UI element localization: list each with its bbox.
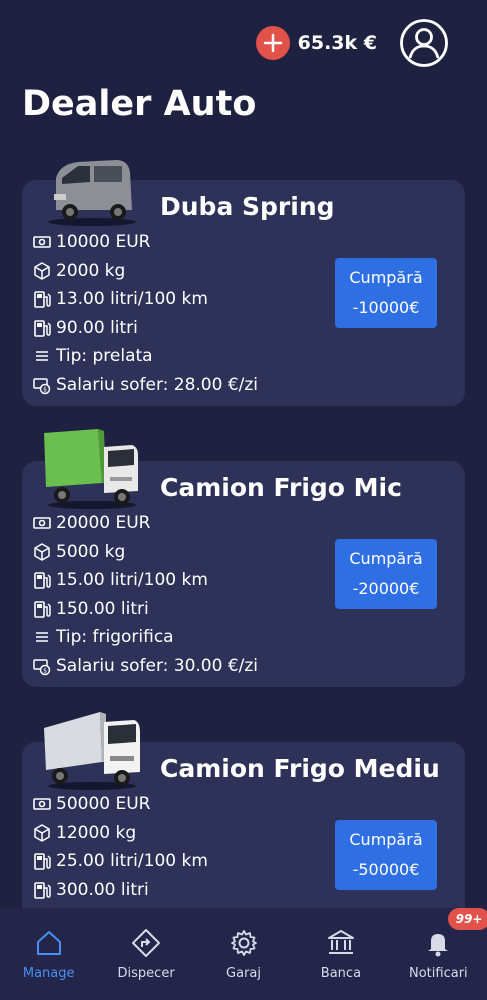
consumption-value: 15.00 litri/100 km [56, 570, 208, 591]
buy-label: Cumpără [349, 549, 423, 568]
vehicle-name: Camion Frigo Mediu [160, 754, 440, 783]
nav-label: Notificari [409, 966, 468, 981]
buy-button[interactable]: Cumpără -20000€ [335, 539, 437, 609]
home-icon [36, 931, 61, 955]
cash-icon [33, 236, 51, 249]
capacity-row: 12000 kg [32, 819, 208, 848]
price-value: 20000 EUR [56, 513, 151, 534]
small-truck-image [44, 429, 138, 509]
nav-label: Dispecer [117, 966, 175, 981]
salary-value: Salariu sofer: 28.00 €/zi [56, 374, 259, 395]
notification-badge: 99+ [447, 908, 487, 930]
tank-value: 300.00 litri [56, 879, 149, 900]
type-row: Tip: frigorifica [32, 623, 258, 652]
bell-icon [428, 934, 449, 957]
buy-amount: -20000€ [352, 579, 420, 598]
profile-avatar-icon[interactable] [399, 18, 449, 68]
capacity-value: 5000 kg [56, 541, 126, 562]
nav-label: Manage [22, 966, 75, 981]
fuel-icon [34, 853, 51, 871]
page-title: Dealer Auto [22, 84, 257, 124]
tank-row: 150.00 litri [32, 595, 258, 624]
box-icon [34, 823, 50, 842]
nav-item-manage[interactable]: Manage [0, 908, 97, 1000]
vehicle-name: Camion Frigo Mic [160, 473, 402, 502]
fuel-icon [34, 291, 51, 309]
list-icon [36, 632, 48, 643]
vehicle-name: Duba Spring [160, 192, 335, 221]
consumption-value: 25.00 litri/100 km [56, 851, 208, 872]
salary-icon: $ [33, 378, 51, 394]
fuel-icon [34, 881, 51, 899]
salary-value: Salariu sofer: 30.00 €/zi [56, 655, 259, 676]
list-icon [36, 351, 48, 362]
tank-value: 90.00 litri [56, 317, 138, 338]
plus-icon [263, 33, 282, 53]
capacity-value: 12000 kg [56, 822, 137, 843]
cash-icon [33, 517, 51, 530]
directions-icon [132, 929, 161, 957]
nav-item-notificari[interactable]: Notificari 99+ [390, 908, 487, 1000]
nav-item-garaj[interactable]: Garaj [195, 908, 292, 1000]
bank-icon [327, 930, 354, 954]
top-bar: 65.3k € [255, 18, 449, 68]
price-row: 20000 EUR [32, 509, 258, 538]
spec-list: 50000 EUR 12000 kg 25.00 litri/100 km 30… [32, 790, 208, 908]
medium-truck-image [44, 712, 140, 790]
price-row: 50000 EUR [32, 790, 208, 819]
type-row: Tip: prelata [32, 342, 258, 371]
add-funds-button[interactable] [255, 26, 290, 60]
buy-label: Cumpără [349, 268, 423, 287]
van-image [48, 160, 136, 226]
tank-row: 300.00 litri [32, 876, 208, 905]
spec-list: 10000 EUR 2000 kg 13.00 litri/100 km 90.… [32, 228, 258, 399]
capacity-row: 5000 kg [32, 538, 258, 567]
capacity-row: 2000 kg [32, 257, 258, 286]
svg-text:$: $ [43, 667, 47, 674]
box-icon [34, 542, 50, 561]
cash-icon [33, 798, 51, 811]
salary-row: $ Salariu sofer: 28.00 €/zi [32, 371, 258, 400]
fuel-icon [34, 600, 51, 618]
tank-value: 150.00 litri [56, 598, 149, 619]
bottom-nav: Manage Dispecer Garaj Banca Notificari 9… [0, 908, 487, 1000]
fuel-icon [34, 572, 51, 590]
vehicle-card: Camion Frigo Mic 20000 EUR 5000 kg 15.00… [22, 429, 465, 687]
consumption-row: 13.00 litri/100 km [32, 285, 258, 314]
nav-item-banca[interactable]: Banca [292, 908, 389, 1000]
tank-row: 90.00 litri [32, 314, 258, 343]
type-value: Tip: prelata [56, 346, 153, 367]
capacity-value: 2000 kg [56, 260, 126, 281]
buy-button[interactable]: Cumpără -10000€ [335, 258, 437, 328]
consumption-row: 25.00 litri/100 km [32, 847, 208, 876]
balance-amount: 65.3k € [297, 32, 377, 54]
price-value: 50000 EUR [56, 794, 151, 815]
gear-icon [230, 930, 257, 956]
spec-list: 20000 EUR 5000 kg 15.00 litri/100 km 150… [32, 509, 258, 680]
buy-amount: -50000€ [352, 860, 420, 879]
nav-item-dispecer[interactable]: Dispecer [97, 908, 194, 1000]
consumption-value: 13.00 litri/100 km [56, 289, 208, 310]
vehicle-list[interactable]: Duba Spring 10000 EUR 2000 kg 13.00 litr… [0, 150, 487, 908]
vehicle-card: Duba Spring 10000 EUR 2000 kg 13.00 litr… [22, 160, 465, 406]
consumption-row: 15.00 litri/100 km [32, 566, 258, 595]
svg-text:$: $ [43, 386, 47, 393]
type-value: Tip: frigorifica [56, 627, 174, 648]
price-value: 10000 EUR [56, 232, 151, 253]
vehicle-card: Camion Frigo Mediu 50000 EUR 12000 kg 25… [22, 712, 465, 908]
buy-button[interactable]: Cumpără -50000€ [335, 820, 437, 890]
buy-label: Cumpără [349, 830, 423, 849]
nav-label: Banca [320, 966, 362, 981]
box-icon [34, 261, 50, 280]
price-row: 10000 EUR [32, 228, 258, 257]
nav-label: Garaj [226, 966, 261, 981]
salary-row: $ Salariu sofer: 30.00 €/zi [32, 652, 258, 681]
fuel-icon [34, 319, 51, 337]
buy-amount: -10000€ [352, 298, 420, 317]
salary-icon: $ [33, 659, 51, 675]
